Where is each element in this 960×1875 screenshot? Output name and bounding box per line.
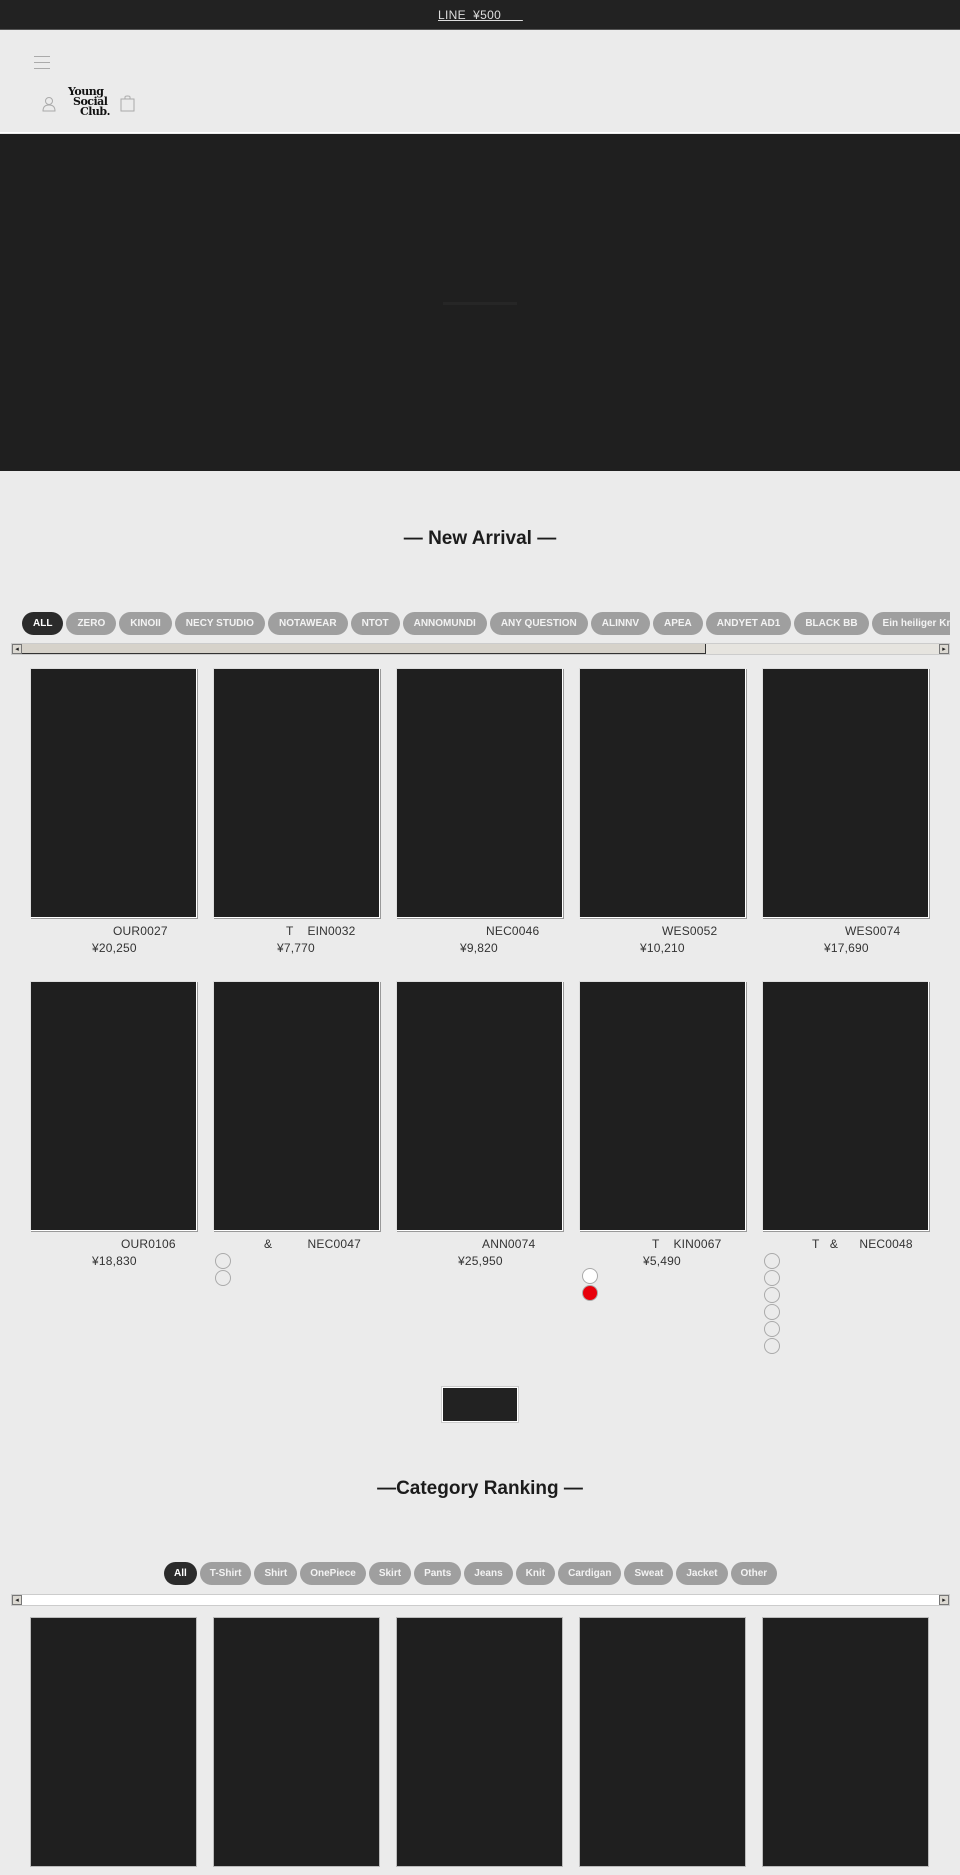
brand-tab[interactable]: BLACK BB (794, 612, 869, 635)
menu-icon[interactable] (34, 56, 50, 69)
product-price: ¥5,490 (643, 1254, 681, 1268)
product-price: ¥10,210 (640, 941, 685, 955)
color-swatch[interactable] (582, 1268, 598, 1284)
product-card[interactable]: WES0052 ¥10,210 (579, 668, 746, 955)
category-tab[interactable]: Jacket (676, 1562, 728, 1585)
scroll-right-arrow[interactable]: ▸ (939, 1595, 949, 1605)
product-card[interactable]: & NEC0047 (213, 981, 380, 1251)
product-image[interactable] (396, 981, 563, 1231)
category-tab[interactable]: Cardigan (558, 1562, 622, 1585)
scroll-right-arrow[interactable]: ▸ (939, 644, 949, 654)
brand-tab[interactable]: APEA (653, 612, 703, 635)
brand-tab[interactable]: ANNOMUNDI (402, 612, 487, 635)
product-image[interactable] (579, 981, 746, 1231)
product-card[interactable]: WES0074 ¥17,690 (762, 668, 929, 955)
user-icon[interactable] (41, 96, 57, 112)
scroll-left-arrow[interactable]: ◂ (12, 644, 22, 654)
product-name[interactable]: T EIN0032 (286, 924, 506, 938)
product-card[interactable]: NEC0046 ¥9,820 (396, 668, 563, 955)
color-swatch[interactable] (215, 1270, 231, 1286)
product-price: ¥17,690 (824, 941, 869, 955)
brand-tab[interactable]: NECY STUDIO (174, 612, 265, 635)
color-swatch[interactable] (764, 1253, 780, 1269)
product-image[interactable] (396, 668, 563, 918)
ranking-product-image[interactable] (213, 1617, 380, 1867)
color-swatch[interactable] (764, 1321, 780, 1337)
brand-tab[interactable]: NTOT (350, 612, 400, 635)
product-card[interactable]: T KIN0067 ¥5,490 (579, 981, 746, 1268)
product-card[interactable]: T EIN0032 ¥7,770 (213, 668, 380, 955)
product-image[interactable] (30, 981, 197, 1231)
brand-tab[interactable]: ANY QUESTION (489, 612, 588, 635)
product-image[interactable] (762, 668, 929, 918)
product-price: ¥18,830 (92, 1254, 137, 1268)
color-swatch[interactable] (764, 1338, 780, 1354)
ranking-product-image[interactable] (762, 1617, 929, 1867)
product-price: ¥20,250 (92, 941, 137, 955)
logo-line: Club. (80, 105, 110, 118)
brand-tab[interactable]: Ein heiliger Knot (871, 612, 950, 635)
product-price: ¥7,770 (277, 941, 315, 955)
brand-tab[interactable]: NOTAWEAR (267, 612, 348, 635)
new-arrival-title: — New Arrival — (403, 528, 557, 549)
product-image[interactable] (30, 668, 197, 918)
product-image[interactable] (213, 668, 380, 918)
category-ranking-title: —Category Ranking — (377, 1478, 583, 1499)
hero-slider-indicator[interactable] (443, 302, 517, 305)
color-swatch[interactable] (215, 1253, 231, 1269)
category-tab[interactable]: T-Shirt (199, 1562, 252, 1585)
brand-tab[interactable]: KINOII (119, 612, 172, 635)
shopping-bag-icon[interactable] (120, 95, 135, 112)
hero-banner[interactable] (0, 134, 960, 471)
product-image[interactable] (213, 981, 380, 1231)
view-more-button[interactable] (442, 1387, 518, 1422)
category-tab[interactable]: Jeans (464, 1562, 513, 1585)
product-card[interactable]: OUR0027 ¥20,250 (30, 668, 197, 955)
product-image[interactable] (762, 981, 929, 1231)
product-name[interactable]: & NEC0047 (264, 1237, 484, 1251)
brand-tab[interactable]: ALL (22, 612, 64, 635)
brand-tab[interactable]: ZERO (66, 612, 117, 635)
product-name[interactable]: T & NEC0048 (812, 1237, 960, 1251)
product-price: ¥25,950 (458, 1254, 503, 1268)
product-card[interactable]: T & NEC0048 (762, 981, 929, 1251)
announcement-link[interactable]: LINE ¥500 (438, 8, 523, 22)
category-tab[interactable]: Skirt (368, 1562, 412, 1585)
product-card[interactable]: ANN0074 ¥25,950 (396, 981, 563, 1268)
category-tabs-scrollbar[interactable]: ◂ ▸ (11, 1594, 950, 1606)
category-tabs: All T-Shirt Shirt OnePiece Skirt Pants Jeans Kn… (164, 1562, 778, 1585)
brand-tabs: ALL ZERO KINOII NECY STUDIO NOTAWEAR NTOT ANNO… (22, 612, 950, 635)
scrollbar-thumb[interactable] (22, 644, 706, 654)
product-price: ¥9,820 (460, 941, 498, 955)
category-tab[interactable]: OnePiece (300, 1562, 366, 1585)
category-tab[interactable]: Shirt (254, 1562, 298, 1585)
category-tab[interactable]: Other (730, 1562, 778, 1585)
product-card[interactable]: OUR0106 ¥18,830 (30, 981, 197, 1268)
ranking-product-image[interactable] (30, 1617, 197, 1867)
product-name[interactable]: WES0074 (845, 924, 960, 938)
scroll-left-arrow[interactable]: ◂ (12, 1595, 22, 1605)
color-swatches (582, 1268, 598, 1302)
category-tab[interactable]: Pants (414, 1562, 462, 1585)
product-image[interactable] (579, 668, 746, 918)
color-swatch[interactable] (764, 1304, 780, 1320)
brand-tabs-scrollbar[interactable]: ◂ ▸ (11, 643, 950, 655)
category-tab[interactable]: All (164, 1562, 197, 1585)
category-tab[interactable]: Sweat (624, 1562, 674, 1585)
color-swatch[interactable] (582, 1285, 598, 1301)
site-header: Young Social Club. (0, 31, 960, 133)
site-logo[interactable]: Young Social Club. (66, 86, 110, 118)
color-swatch[interactable] (764, 1287, 780, 1303)
brand-tab[interactable]: ALINNV (590, 612, 650, 635)
color-swatches (215, 1253, 231, 1287)
brand-tab[interactable]: ANDYET AD1 (705, 612, 792, 635)
color-swatches (764, 1253, 780, 1355)
color-swatch[interactable] (764, 1270, 780, 1286)
announcement-bar: LINE ¥500 (0, 0, 960, 30)
ranking-product-image[interactable] (579, 1617, 746, 1867)
ranking-product-image[interactable] (396, 1617, 563, 1867)
category-tab[interactable]: Knit (515, 1562, 556, 1585)
